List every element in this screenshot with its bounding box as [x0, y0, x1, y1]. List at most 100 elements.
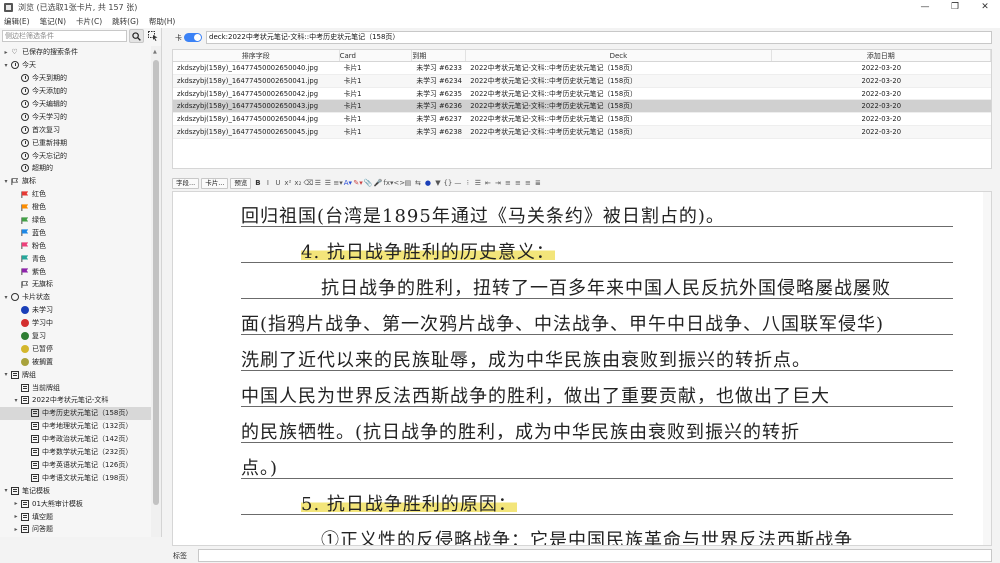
column-due[interactable]: 到期	[412, 50, 467, 61]
column-added[interactable]: 添加日期	[772, 50, 991, 61]
sidebar-item[interactable]: 粉色	[0, 239, 151, 252]
sidebar-item[interactable]: 中考数学状元笔记（232页）	[0, 446, 151, 459]
sidebar-item[interactable]: ▸ 01大熊审计模板	[0, 497, 151, 510]
sidebar-item[interactable]: ▾ 今天	[0, 59, 151, 72]
cards-notes-switch[interactable]	[184, 33, 202, 42]
sidebar-item[interactable]: 未学习	[0, 304, 151, 317]
column-deck[interactable]: Deck	[466, 50, 772, 61]
format-button[interactable]: ▼	[433, 178, 442, 189]
menu-edit[interactable]: 编辑(E)	[4, 16, 30, 27]
cards-button[interactable]: 卡片...	[201, 178, 229, 189]
format-button[interactable]: x₂	[293, 178, 302, 189]
sidebar-item[interactable]: 无旗标	[0, 278, 151, 291]
format-button[interactable]: ☰	[323, 178, 332, 189]
format-button[interactable]: ≡▾	[333, 178, 342, 189]
format-button[interactable]: ≡	[523, 178, 532, 189]
sidebar-item[interactable]: ▾ 2022中考状元笔记-文科	[0, 394, 151, 407]
menu-notes[interactable]: 笔记(N)	[40, 16, 66, 27]
sidebar-item[interactable]: ▸ ♡ 已保存的搜索条件	[0, 46, 151, 59]
column-sort-field[interactable]: 排序字段	[173, 50, 340, 61]
format-button[interactable]: ⇆	[413, 178, 422, 189]
sidebar-item[interactable]: 中考地理状元笔记（132页）	[0, 420, 151, 433]
format-button[interactable]: ⁝	[463, 178, 472, 189]
sidebar-item[interactable]: ▸ 填空题	[0, 510, 151, 523]
sidebar-scrollbar[interactable]: ▲	[151, 46, 161, 537]
note-field-editor[interactable]: 回归祖国(台湾是1895年通过《马关条约》被日割占的)。 4. 抗日战争胜利的历史…	[172, 191, 992, 546]
sidebar-item[interactable]: 蓝色	[0, 226, 151, 239]
sidebar-item[interactable]: 中考历史状元笔记（158页）	[0, 406, 151, 420]
sidebar-item[interactable]: 被搁置	[0, 355, 151, 368]
sidebar-item[interactable]: 绿色	[0, 214, 151, 227]
sidebar-item[interactable]: 今天忘记的	[0, 149, 151, 162]
chevron-right-icon[interactable]: ▸	[2, 49, 10, 56]
format-button[interactable]: ●	[423, 178, 432, 189]
sidebar-item[interactable]: 青色	[0, 252, 151, 265]
table-row[interactable]: zkdszybj(158y)_16477450002650041.jpg 卡片1 未…	[173, 74, 991, 88]
chevron-down-icon[interactable]: ▾	[2, 294, 10, 301]
format-button[interactable]: ⇥	[493, 178, 502, 189]
chevron-down-icon[interactable]: ▾	[2, 178, 10, 185]
chevron-down-icon[interactable]: ▾	[2, 487, 10, 494]
scroll-up-icon[interactable]: ▲	[153, 49, 157, 55]
chevron-down-icon[interactable]: ▾	[2, 371, 10, 378]
format-button[interactable]: A▾	[343, 178, 352, 189]
fields-button[interactable]: 字段...	[172, 178, 200, 189]
chevron-right-icon[interactable]: ▸	[12, 513, 20, 520]
format-button[interactable]: fx▾	[383, 178, 393, 189]
format-button[interactable]: B	[253, 178, 262, 189]
menu-help[interactable]: 帮助(H)	[149, 16, 176, 27]
sidebar-item[interactable]: 今天到期的	[0, 72, 151, 85]
sidebar-item[interactable]: 已暂停	[0, 342, 151, 355]
table-row[interactable]: zkdszybj(158y)_16477450002650044.jpg 卡片1 未…	[173, 113, 991, 126]
sidebar-item[interactable]: 首次复习	[0, 123, 151, 136]
format-button[interactable]: ⌫	[303, 178, 313, 189]
sidebar-scroll-thumb[interactable]	[153, 60, 159, 505]
sidebar-item[interactable]: 已重新排期	[0, 136, 151, 149]
sidebar-search-input[interactable]: 侧边栏筛选条件	[2, 30, 127, 42]
sidebar-item[interactable]: 中考语文状元笔记（198页）	[0, 471, 151, 484]
sidebar-item[interactable]: 中考政治状元笔记（142页）	[0, 433, 151, 446]
sidebar-item[interactable]: ▾ 笔记模板	[0, 484, 151, 497]
sidebar-item[interactable]: ▸ 问答题	[0, 523, 151, 536]
table-row[interactable]: zkdszybj(158y)_16477450002650040.jpg 卡片1 未…	[173, 62, 991, 75]
tags-input[interactable]	[198, 549, 992, 562]
format-button[interactable]: 📎	[363, 178, 373, 189]
restore-button[interactable]: ❐	[940, 0, 970, 14]
menu-cards[interactable]: 卡片(C)	[76, 16, 102, 27]
sidebar-item[interactable]: 红色	[0, 188, 151, 201]
sidebar-item[interactable]: 紫色	[0, 265, 151, 278]
select-mode-button[interactable]	[146, 29, 159, 43]
format-button[interactable]: ▤	[403, 178, 412, 189]
sidebar-item[interactable]: 中考英语状元笔记（126页）	[0, 459, 151, 472]
table-row[interactable]: zkdszybj(158y)_16477450002650043.jpg 卡片1 未…	[173, 100, 991, 114]
format-button[interactable]: <>	[393, 178, 405, 189]
sidebar-item[interactable]: 今天添加的	[0, 85, 151, 98]
chevron-right-icon[interactable]: ▸	[12, 500, 20, 507]
sidebar-item[interactable]: ▾ 牌组	[0, 368, 151, 381]
preview-button[interactable]: 预览	[230, 178, 252, 189]
format-button[interactable]: x²	[283, 178, 292, 189]
sidebar-search-button[interactable]	[129, 29, 144, 43]
format-button[interactable]: U	[273, 178, 282, 189]
column-card[interactable]: Card	[340, 50, 413, 61]
sidebar-item[interactable]: ▾ 卡片状态	[0, 291, 151, 304]
sidebar-item[interactable]: 今天学习的	[0, 110, 151, 123]
minimize-button[interactable]: —	[910, 0, 940, 14]
sidebar-item[interactable]: 橙色	[0, 201, 151, 214]
menu-go[interactable]: 跳转(G)	[112, 16, 139, 27]
sidebar-item[interactable]: 学习中	[0, 317, 151, 330]
format-button[interactable]: ⇤	[483, 178, 492, 189]
sidebar-item[interactable]: 今天编辑的	[0, 98, 151, 111]
close-button[interactable]: ✕	[970, 0, 1000, 14]
chevron-down-icon[interactable]: ▾	[12, 397, 20, 404]
sidebar-item[interactable]: 超期的	[0, 162, 151, 175]
format-button[interactable]: ✎▾	[353, 178, 362, 189]
chevron-down-icon[interactable]: ▾	[2, 62, 10, 69]
table-row[interactable]: zkdszybj(158y)_16477450002650042.jpg 卡片1 未…	[173, 88, 991, 101]
browser-search-input[interactable]: deck:2022中考状元笔记-文科::中考历史状元笔记（158页）	[206, 31, 992, 44]
note-scrollbar[interactable]	[983, 192, 991, 545]
format-button[interactable]: ☰	[473, 178, 482, 189]
sidebar-item[interactable]: ▾ 旗标	[0, 175, 151, 188]
format-button[interactable]: ≡	[513, 178, 522, 189]
format-button[interactable]: ☰	[313, 178, 322, 189]
